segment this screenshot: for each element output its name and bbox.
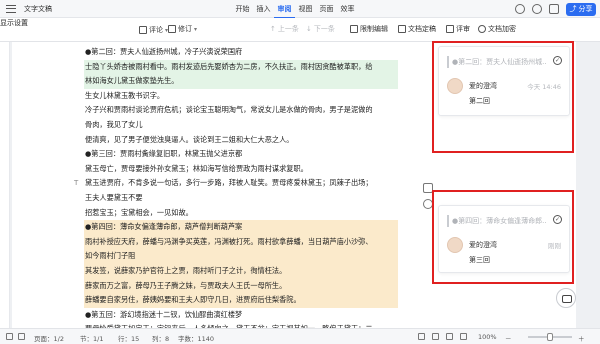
limit-edit-button[interactable]: 限制编辑	[350, 24, 388, 34]
tab-insert[interactable]: 插入	[253, 0, 274, 18]
left-gutter	[0, 42, 10, 328]
document-line[interactable]: 士隐丫头娇杏被雨村看中。雨村发迹后先娶娇杏为二房，不久扶正。雨村因贪酷被革职，给	[84, 59, 398, 75]
focus-mode-icon[interactable]	[460, 333, 467, 340]
status-bar: 页面：1/2 节：1/1 行：15 列：8 字数：1140 100% － ＋	[0, 328, 600, 344]
review-label: 评审	[456, 25, 470, 33]
document-line[interactable]: 生女儿林黛玉教书识字。	[84, 89, 398, 104]
text-cursor-icon: T	[74, 179, 79, 187]
document-line[interactable]: 冷子兴和贾雨村谈论贾府危机；谈论宝玉聪明淘气，常说女儿是水做的骨肉，男子是泥做的	[84, 103, 398, 118]
arrow-down-icon: ↓	[306, 25, 312, 33]
page-view-icon[interactable]	[432, 333, 439, 340]
document-line[interactable]: ●第三回：贾雨村夤缘复旧职，林黛玉抛父进京都	[84, 147, 398, 162]
arrow-up-icon: ↑	[270, 25, 276, 33]
share-button[interactable]: ⤴ 分享	[566, 2, 596, 16]
word-count[interactable]: 字数：1140	[178, 333, 214, 343]
share-label: 分享	[578, 5, 593, 13]
cloud-sync-icon[interactable]	[515, 4, 525, 14]
tab-efficiency[interactable]: 效率	[337, 0, 358, 18]
document-line[interactable]: 招惹宝玉；宝黛相会，一见如故。	[84, 206, 398, 221]
line-indicator: 行：15	[118, 335, 140, 343]
web-view-icon[interactable]	[446, 333, 453, 340]
read-mode-icon[interactable]	[418, 333, 425, 340]
zoom-slider[interactable]	[528, 333, 572, 341]
encrypt-label: 文档加密	[488, 25, 516, 33]
annotation-box	[432, 41, 574, 153]
document-line[interactable]: 黛玉进贾府，不肯多说一句话，多行一步路，拜被人耻笑。贾母疼爱林黛玉；凤辣子出场；	[84, 176, 398, 191]
document-line[interactable]: 黛玉母亡，贾母要接外孙女黛玉；林如海写信给贾政为雨村谋求复职。	[84, 162, 398, 177]
tab-review[interactable]: 审阅	[274, 0, 295, 18]
section-indicator: 节：1/1	[80, 335, 104, 343]
revise-button[interactable]: 修订 ▾	[168, 24, 197, 34]
zoom-in-icon[interactable]: ＋	[578, 333, 585, 343]
column-indicator: 列：8	[152, 335, 170, 343]
more-icon[interactable]	[549, 4, 559, 14]
document-line[interactable]: 便清爽，见了男子便觉浊臭逼人。谈论到王二姐和大仁大恶之人。	[84, 133, 398, 148]
document-line[interactable]: ●第四回：薄命女偏逢薄命郎，葫芦僧判断葫芦案	[84, 220, 398, 235]
hamburger-menu-icon[interactable]	[6, 4, 16, 13]
zoom-slider-knob[interactable]	[547, 333, 553, 341]
chevron-down-icon: ▾	[194, 25, 198, 33]
page-indicator[interactable]: 页面：1/2	[34, 333, 64, 343]
document-title[interactable]: 文字文稿	[24, 4, 52, 14]
next-change-button[interactable]: ↓ 下一条	[306, 24, 335, 34]
zoom-out-icon[interactable]: －	[505, 333, 512, 343]
tab-page[interactable]: 页面	[316, 0, 337, 18]
prev-label: 上一条	[277, 25, 299, 33]
prev-change-button[interactable]: ↑ 上一条	[270, 24, 299, 34]
annotation-box	[432, 190, 574, 284]
encrypt-button[interactable]: 文档加密	[478, 24, 516, 34]
review-icon	[446, 25, 454, 33]
review-button[interactable]: 评审	[446, 24, 470, 34]
ai-assistant-icon[interactable]	[556, 288, 576, 308]
layout-icon[interactable]	[6, 333, 13, 340]
zoom-value[interactable]: 100%	[478, 333, 497, 341]
next-label: 下一条	[313, 25, 335, 33]
document-line[interactable]: 如今雨村门子阻	[84, 249, 398, 264]
document-line[interactable]: 骨肉，我见了女儿	[84, 118, 398, 133]
revise-label: 修订	[178, 25, 192, 33]
share-icon: ⤴	[569, 5, 577, 13]
document-line[interactable]: 王夫人要黛玉不要	[84, 191, 398, 206]
avatar[interactable]	[532, 4, 542, 14]
document-line[interactable]: 雨村补授应天府，薛蟠与冯渊争买英莲，冯渊被打死。雨村欲拿薛蟠，当日葫芦庙小沙弥、	[84, 234, 398, 250]
document-body[interactable]: ●第二回：贾夫人仙逝扬州城，冷子兴演说荣国府 士隐丫头娇杏被雨村看中。雨村发迹后先…	[84, 45, 398, 344]
menu-tabs: 开始 插入 审阅 视图 页面 效率	[232, 0, 358, 18]
title-bar: 文字文稿 开始 插入 审阅 视图 页面 效率 ⤴ 分享	[0, 0, 600, 18]
lock-icon	[350, 25, 358, 33]
shield-icon	[478, 25, 486, 33]
document-icon	[398, 25, 406, 33]
wordcount-icon[interactable]	[18, 333, 25, 340]
tab-view[interactable]: 视图	[295, 0, 316, 18]
tab-home[interactable]: 开始	[232, 0, 253, 18]
document-line[interactable]: 其发签，说薛家乃护官符上之贾，雨村听门子之计，徇情枉法。	[84, 263, 398, 279]
document-line[interactable]: 薛家而万之富，薛母乃王子腾之妹，与贾政夫人王氏一母所生。	[84, 278, 398, 294]
finalize-label: 文档定稿	[408, 25, 436, 33]
document-line[interactable]: 薛蟠要自家另住，薛姨妈要和王夫人即守几日，进贾府后住梨香院。	[84, 293, 398, 308]
revise-icon	[168, 25, 176, 33]
document-line[interactable]: ●第二回：贾夫人仙逝扬州城，冷子兴演说荣国府	[84, 45, 398, 60]
document-line[interactable]: ●第五回：游幻境指迷十二钗，饮仙醪曲演红楼梦	[84, 308, 398, 323]
finalize-button[interactable]: 文档定稿	[398, 24, 436, 34]
limit-edit-label: 限制编辑	[360, 25, 388, 33]
document-line[interactable]: 林如海女儿黛玉做家塾先生。	[84, 74, 398, 89]
